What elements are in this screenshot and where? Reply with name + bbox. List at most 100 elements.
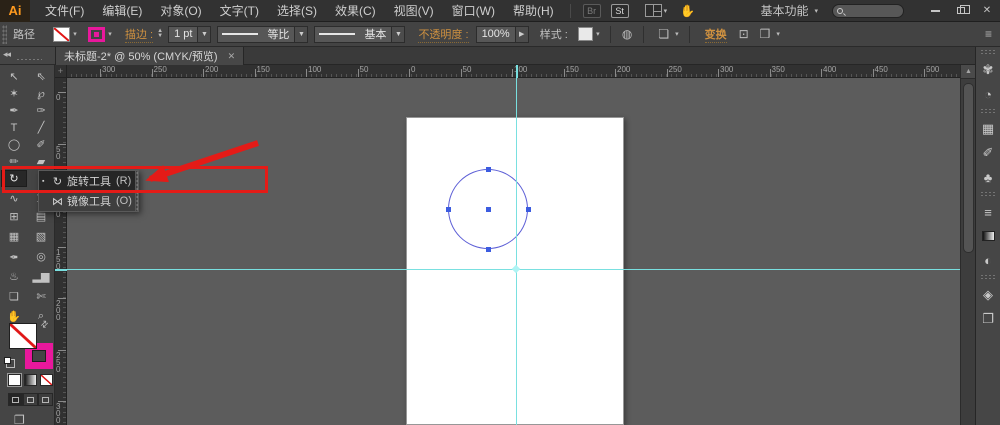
magic-wand-tool[interactable]: ✶: [1, 85, 27, 102]
draw-inside-button[interactable]: [38, 393, 53, 406]
mesh-tool[interactable]: ▦: [1, 228, 27, 245]
fill-none-swatch[interactable]: [53, 26, 70, 42]
artboard-tool[interactable]: ❏: [1, 288, 27, 305]
selection-tool[interactable]: ↖: [1, 68, 27, 85]
collapse-panel-icon[interactable]: ◂◂: [3, 49, 11, 60]
swatches-panel-button[interactable]: ▦: [976, 117, 1000, 141]
chevron-down-icon[interactable]: ▾: [70, 30, 80, 38]
draw-behind-button[interactable]: [23, 393, 38, 406]
style-swatch-control[interactable]: ▾: [577, 27, 603, 41]
recolor-artwork-icon[interactable]: ◍: [622, 27, 632, 41]
transform-panel-link[interactable]: 变换: [704, 26, 727, 43]
arrange-documents-button[interactable]: ▾: [637, 4, 667, 17]
brushes-panel-button[interactable]: ✐: [976, 141, 1000, 165]
eraser-tool[interactable]: ▰: [28, 153, 54, 170]
stroke-color-control[interactable]: ▾: [88, 26, 115, 42]
chevron-down-icon[interactable]: ▼: [294, 26, 308, 42]
eyedropper-tool[interactable]: ✒: [1, 248, 27, 265]
restore-button[interactable]: [948, 2, 974, 20]
anchor-right[interactable]: [526, 207, 531, 212]
stroke-color-swatch[interactable]: [88, 26, 105, 42]
panel-grip[interactable]: [2, 24, 7, 44]
scrollbar-thumb[interactable]: [963, 83, 974, 253]
flyout-tearoff-strip[interactable]: [134, 171, 138, 211]
canvas-area[interactable]: [67, 78, 960, 425]
control-panel-menu-icon[interactable]: ≡: [985, 27, 992, 41]
bounding-box-icon[interactable]: ⊡: [739, 27, 749, 41]
anchor-left[interactable]: [446, 207, 451, 212]
stroke-weight-combo[interactable]: 1 pt ▼: [168, 25, 212, 43]
color-button[interactable]: [7, 373, 22, 387]
align-button[interactable]: ❏ ▾: [654, 27, 678, 41]
lasso-tool[interactable]: ℘: [28, 85, 54, 102]
blob-brush-tool[interactable]: ✑: [28, 102, 54, 119]
rotate-tool[interactable]: ↻: [1, 170, 27, 187]
draw-normal-button[interactable]: [8, 393, 23, 406]
fill-color-control[interactable]: ▾: [53, 26, 80, 42]
color-guide-panel-button[interactable]: ◔: [976, 82, 1000, 106]
menu-item-f[interactable]: 文件(F): [36, 0, 93, 22]
chevron-down-icon[interactable]: ▼: [391, 26, 405, 42]
document-tab[interactable]: 未标题-2* @ 50% (CMYK/预览) ✕: [55, 47, 245, 65]
pen-tool[interactable]: ✒: [1, 102, 27, 119]
stroke-weight-stepper[interactable]: ▲ ▼: [157, 28, 163, 39]
gradient-tool[interactable]: ▧: [28, 228, 54, 245]
panel-grip[interactable]: [980, 108, 996, 115]
variable-width-profile-combo[interactable]: 等比 ▼: [217, 25, 309, 43]
ellipse-tool[interactable]: ◯: [1, 136, 27, 153]
gradient-button[interactable]: [24, 374, 37, 386]
menu-item-c[interactable]: 效果(C): [326, 0, 385, 22]
symbols-panel-button[interactable]: ♣: [976, 165, 1000, 189]
panel-grip[interactable]: [980, 191, 996, 198]
scroll-up-icon[interactable]: ▲: [961, 65, 976, 79]
menu-item-e[interactable]: 编辑(E): [93, 0, 151, 22]
workspace-switcher[interactable]: 基本功能 ▾: [760, 2, 818, 19]
stroke-panel-link[interactable]: 描边 :: [125, 26, 154, 43]
reflect-tool-item[interactable]: ⋈ 镜像工具 (O): [39, 191, 135, 211]
anchor-center[interactable]: [486, 207, 491, 212]
shape-builder-tool[interactable]: ⊞: [1, 208, 27, 225]
menu-item-w[interactable]: 窗口(W): [443, 0, 504, 22]
brush-definition-combo[interactable]: 基本 ▼: [314, 25, 406, 43]
layers-panel-button[interactable]: ◈: [976, 283, 1000, 307]
type-tool[interactable]: T: [1, 119, 27, 136]
vertical-scrollbar[interactable]: ▲: [960, 65, 976, 425]
bridge-button[interactable]: Br: [582, 3, 601, 18]
fill-proxy-none[interactable]: [9, 323, 37, 349]
menu-item-o[interactable]: 对象(O): [151, 0, 210, 22]
chevron-down-icon[interactable]: ▾: [105, 30, 115, 38]
style-swatch[interactable]: [577, 27, 593, 41]
rotate-tool-item[interactable]: ▪ ↻ 旋转工具 (R): [39, 171, 135, 191]
isolate-selection-button[interactable]: ❒ ▾: [756, 27, 780, 41]
screen-mode-button[interactable]: ❐: [14, 413, 25, 425]
opacity-panel-link[interactable]: 不透明度 :: [418, 26, 469, 43]
stock-button[interactable]: St: [610, 3, 629, 18]
pencil-tool[interactable]: ✏: [1, 153, 27, 170]
tab-close-icon[interactable]: ✕: [228, 51, 236, 62]
transparency-panel-button[interactable]: ◐: [976, 248, 1000, 272]
line-segment-tool[interactable]: ╱: [28, 119, 54, 136]
anchor-bottom[interactable]: [486, 247, 491, 252]
opacity-combo[interactable]: 100% ▶: [475, 25, 529, 43]
slice-tool[interactable]: ✄: [28, 288, 54, 305]
default-fill-stroke-icon[interactable]: [4, 357, 11, 364]
chevron-right-icon[interactable]: ▶: [514, 26, 528, 42]
menu-item-t[interactable]: 文字(T): [211, 0, 268, 22]
search-box[interactable]: [832, 3, 904, 18]
horizontal-ruler[interactable]: 300 250 200 150 100 50 0 50 100 150 200 250 300 350 40…: [67, 65, 960, 78]
panel-grip[interactable]: [980, 274, 996, 281]
close-button[interactable]: ✕: [974, 2, 1000, 20]
search-input[interactable]: [843, 5, 895, 16]
anchor-top[interactable]: [486, 167, 491, 172]
width-tool[interactable]: ∿: [1, 190, 27, 207]
color-panel-button[interactable]: ✾: [976, 58, 1000, 82]
none-button[interactable]: [40, 374, 53, 386]
chevron-down-icon[interactable]: ▼: [197, 26, 211, 42]
chevron-down-icon[interactable]: ▾: [593, 30, 603, 38]
panel-grip[interactable]: [16, 58, 42, 62]
vertical-ruler[interactable]: 05 01 0 01 5 02 0 02 5 03 0 0: [55, 78, 67, 425]
menu-item-v[interactable]: 视图(V): [385, 0, 443, 22]
column-graph-tool[interactable]: ▂▆: [28, 268, 54, 285]
step-down-icon[interactable]: ▼: [157, 33, 163, 39]
ruler-origin-box[interactable]: +: [55, 65, 67, 78]
